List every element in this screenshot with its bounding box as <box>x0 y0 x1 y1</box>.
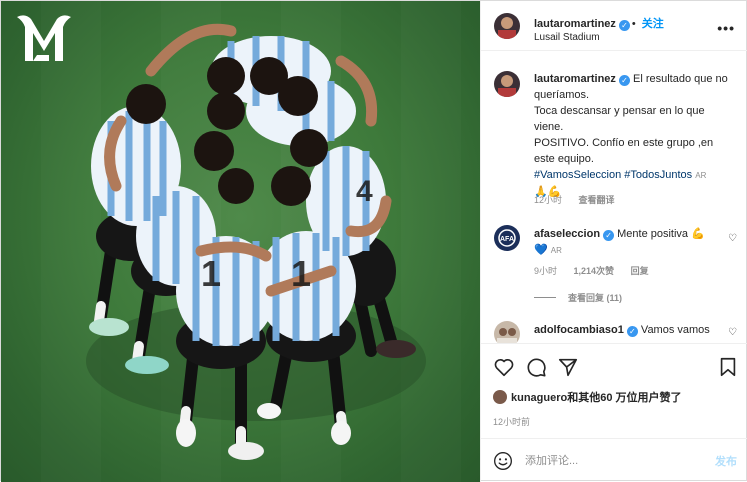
bookmark-icon[interactable] <box>717 356 739 378</box>
comment-likes[interactable]: 1,214次赞 <box>574 266 615 276</box>
caption-hashtags[interactable]: #VamosSeleccion #TodosJuntos <box>534 169 692 181</box>
comment-body: Mente positiva 💪 <box>617 228 705 240</box>
translate-link[interactable]: 查看翻译 <box>579 195 615 205</box>
svg-text:4: 4 <box>356 175 373 208</box>
comment-author[interactable]: afaseleccion <box>534 228 600 240</box>
post-comment-button[interactable]: 发布 <box>715 453 737 469</box>
comment-input[interactable] <box>525 450 685 472</box>
comment-author[interactable]: adolfocambiaso1 <box>534 324 624 336</box>
emoji-icon[interactable] <box>493 451 513 471</box>
verified-badge-icon: ✓ <box>618 75 630 86</box>
likes-text: kunaguero和其他60 万位用户赞了 <box>511 392 682 404</box>
caption-meta: 12小时 查看翻译 <box>534 193 629 206</box>
verified-badge-icon: ✓ <box>618 20 630 31</box>
action-bar: kunaguero和其他60 万位用户赞了 12小时前 <box>481 343 747 446</box>
caption-text: lautaromartinez ✓ El resultado que no que… <box>534 71 735 200</box>
comment-text: afaseleccion ✓ Mente positiva 💪 💙 AR <box>534 226 735 259</box>
comment-like-icon[interactable]: ♡ <box>728 233 737 244</box>
comment-body: Vamos vamos <box>640 324 710 336</box>
more-options-icon[interactable]: ••• <box>717 20 735 36</box>
caption-author[interactable]: lautaromartinez <box>534 73 616 85</box>
reply-button[interactable]: 回复 <box>631 266 649 276</box>
likes-summary[interactable]: kunaguero和其他60 万位用户赞了 <box>493 389 682 405</box>
view-replies[interactable]: 查看回复 (11) <box>534 291 622 304</box>
caption-line-3: POSITIVO. Confío en este grupo ,en este … <box>534 137 714 165</box>
author-avatar[interactable] <box>494 13 520 39</box>
post-photo[interactable]: 1 1 4 <box>1 1 480 482</box>
post-time: 12小时前 <box>493 417 531 427</box>
comment-time: 9小时 <box>534 266 558 276</box>
ar-tag: AR <box>695 171 707 180</box>
team-huddle-image: 1 1 4 <box>86 23 426 460</box>
comment-like-icon[interactable]: ♡ <box>728 327 737 338</box>
caption-line-2: Toca descansar y pensar en lo que viene. <box>534 105 705 133</box>
verified-badge-icon: ✓ <box>626 326 638 337</box>
post-location[interactable]: Lusail Stadium <box>534 32 600 43</box>
verified-badge-icon: ✓ <box>603 230 615 241</box>
comment-emoji: 💙 <box>534 244 548 256</box>
post-header: lautaromartinez ✓ • 关注 Lusail Stadium ••• <box>481 1 747 51</box>
comment-avatar[interactable]: AFA <box>494 225 520 251</box>
comment-meta: 9小时 1,214次赞 回复 <box>534 264 663 277</box>
caption-time: 12小时 <box>534 195 563 205</box>
instagram-post: 1 1 4 lautaromartinez ✓ • 关注 Lusail Stadium… <box>0 0 747 482</box>
author-username[interactable]: lautaromartinez <box>534 18 616 30</box>
post-sidebar: lautaromartinez ✓ • 关注 Lusail Stadium ••• l… <box>480 1 747 482</box>
follow-button[interactable]: 关注 <box>642 18 664 30</box>
svg-text:1: 1 <box>291 253 311 294</box>
svg-text:1: 1 <box>201 253 221 294</box>
comment-composer: 发布 <box>481 438 747 482</box>
lm-logo <box>17 15 71 61</box>
share-icon[interactable] <box>557 356 579 378</box>
comment-avatar[interactable] <box>494 321 520 343</box>
svg-text:AFA: AFA <box>500 236 514 243</box>
ar-tag: AR <box>550 246 562 255</box>
liker-avatar <box>493 390 507 404</box>
comment-text: adolfocambiaso1 ✓ Vamos vamos <box>534 322 735 338</box>
heart-icon[interactable] <box>493 356 515 378</box>
caption-avatar[interactable] <box>494 71 520 97</box>
comments-list: lautaromartinez ✓ El resultado que no que… <box>481 51 747 343</box>
comment-icon[interactable] <box>525 356 547 378</box>
